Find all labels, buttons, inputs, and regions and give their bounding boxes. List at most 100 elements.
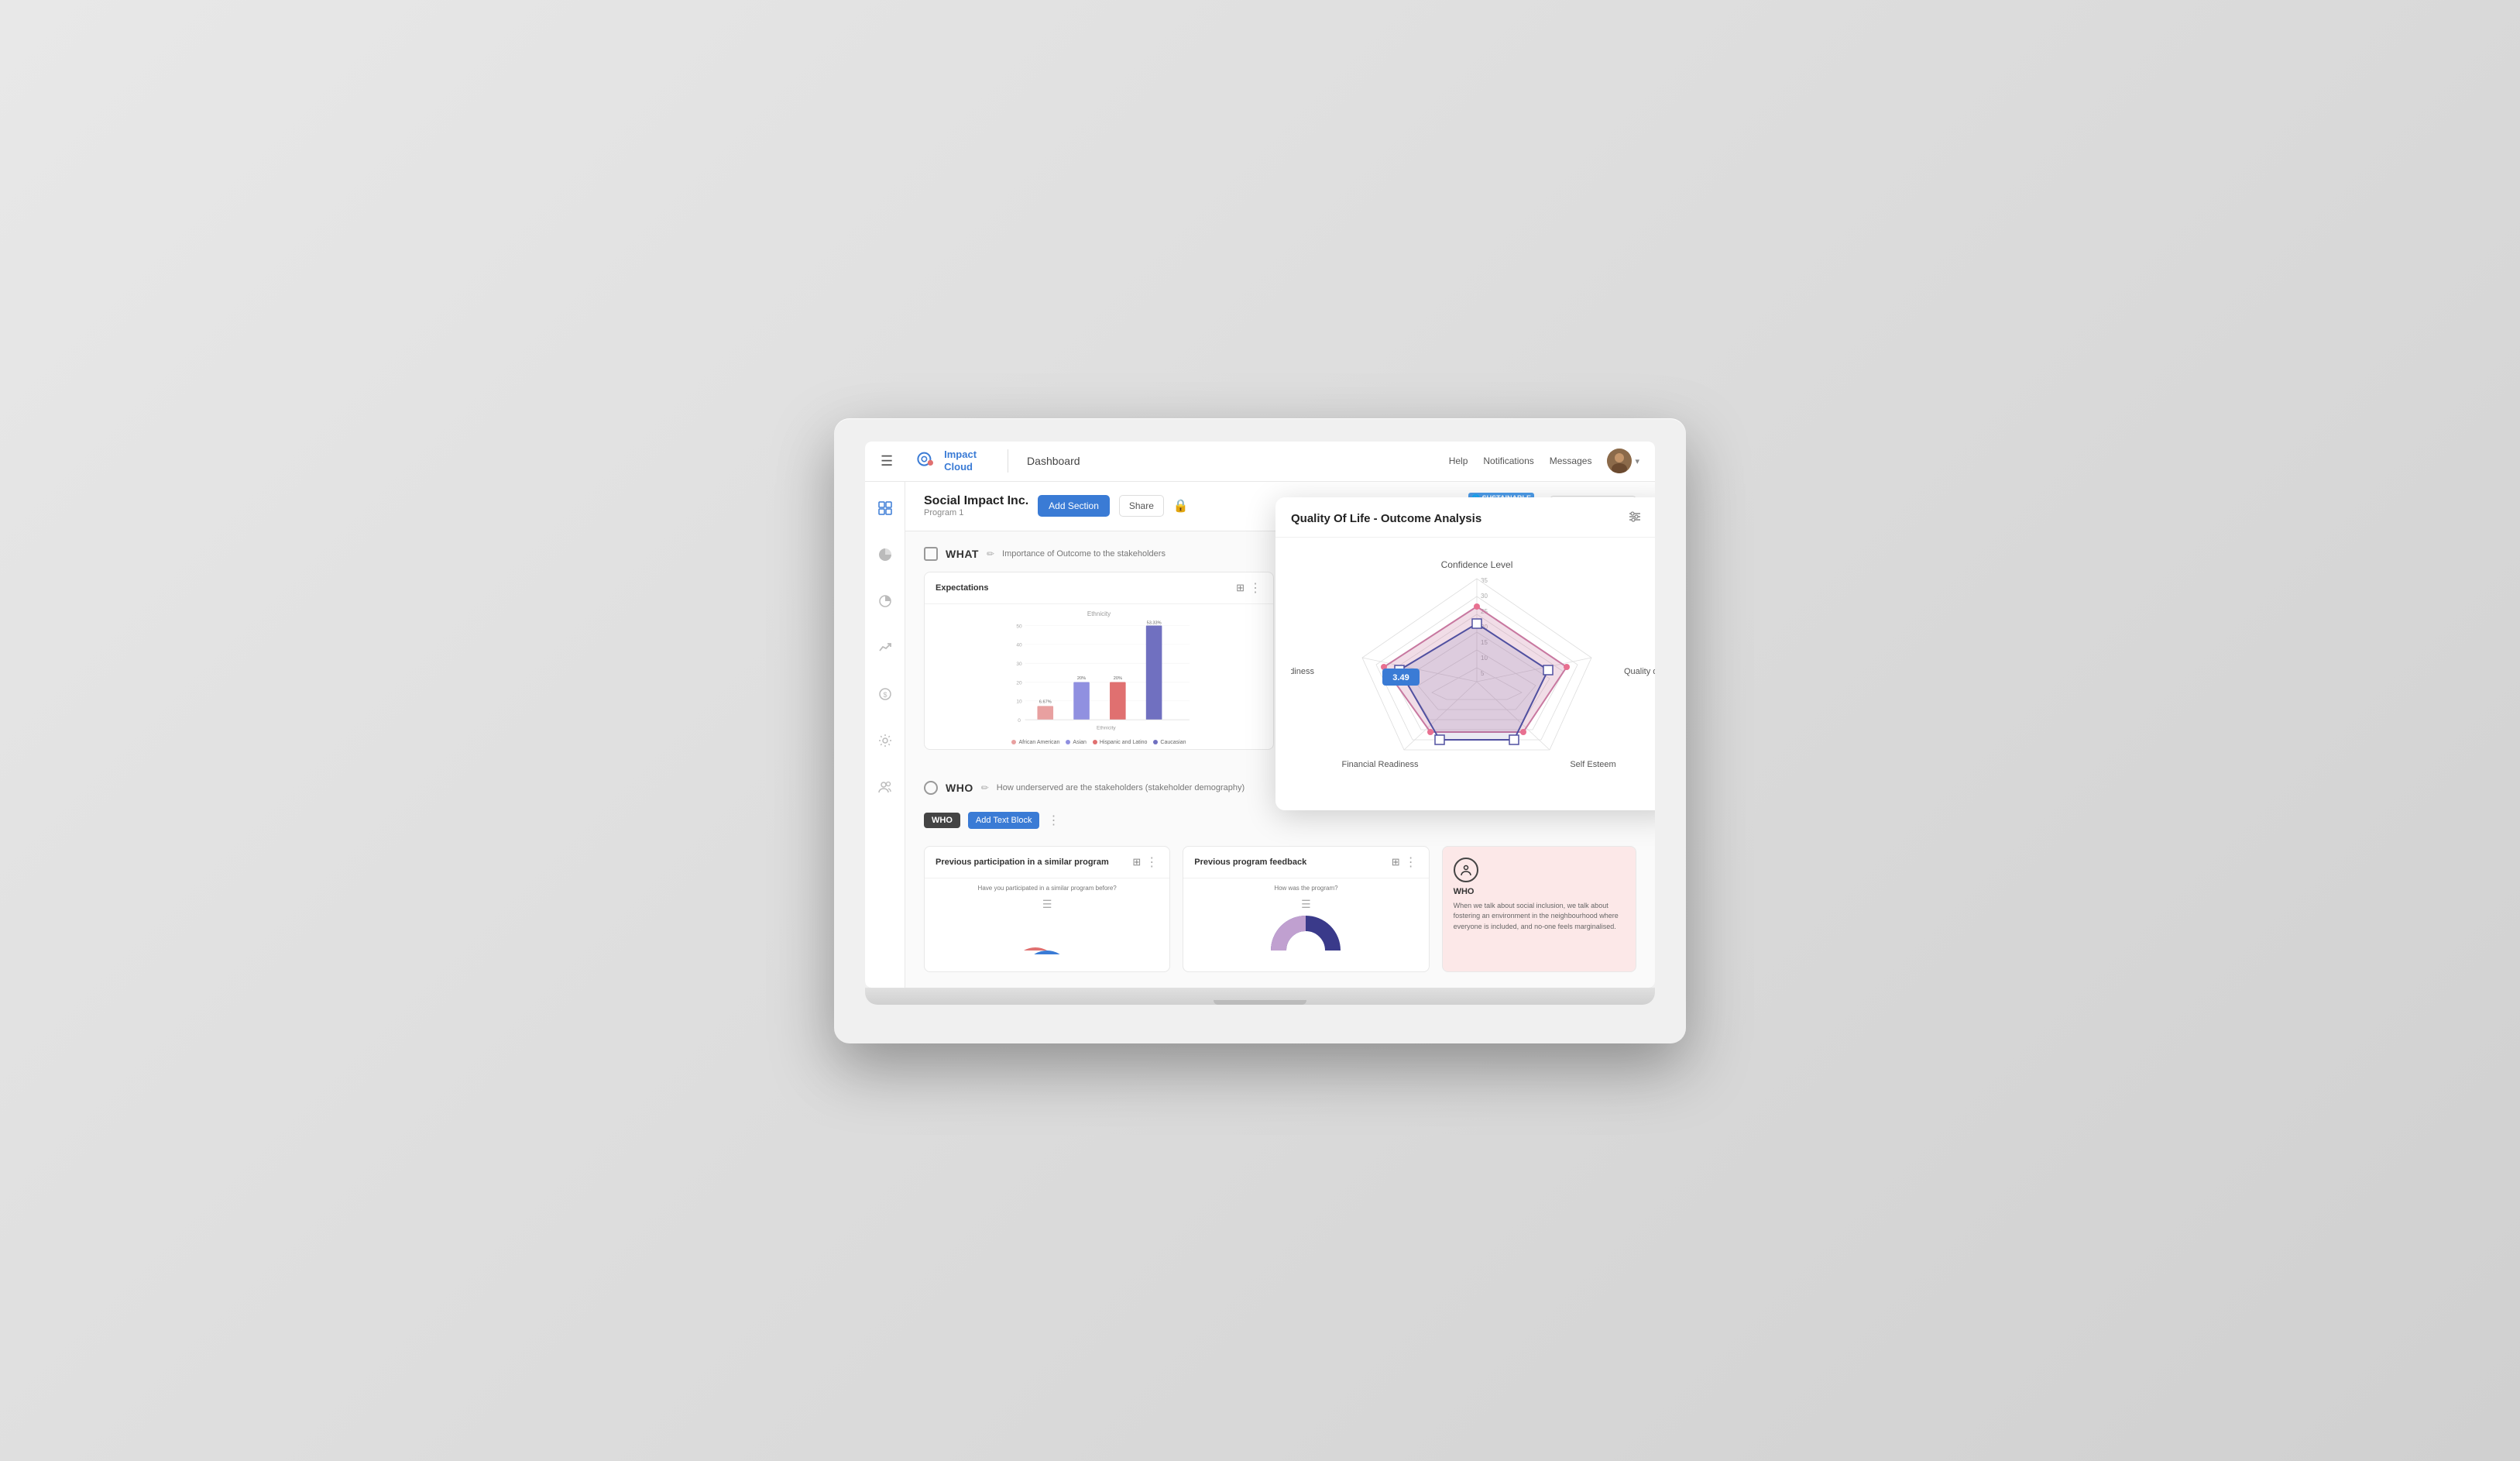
sidebar-icon-pie[interactable] (871, 541, 899, 569)
prev-feedback-filter[interactable]: ⊞ (1392, 856, 1400, 868)
legend-dot-aa (1011, 740, 1016, 744)
notifications-link[interactable]: Notifications (1483, 455, 1533, 466)
program-name: Program 1 (924, 508, 1028, 517)
radar-point-1-1 (1474, 603, 1480, 610)
prev-feedback-actions: ⊞ ⋮ (1392, 854, 1418, 870)
radar-chart-svg: Confidence Level Quality of Life Self Es… (1291, 554, 1655, 794)
prev-participation-filter[interactable]: ⊞ (1132, 856, 1141, 868)
overlay-panel: Quality Of Life - Outcome Analysis (1275, 497, 1655, 810)
hamburger-icon[interactable]: ☰ (881, 453, 893, 469)
svg-text:Ethnicity: Ethnicity (1097, 725, 1116, 730)
who-label-text: WHO (946, 782, 973, 794)
who-edit-icon[interactable]: ✏ (981, 782, 989, 793)
prev-feedback-body: How was the program? ☰ (1183, 878, 1428, 971)
who-sublabel: How underserved are the stakeholders (st… (997, 783, 1245, 792)
logo-area: ImpactCloud (913, 449, 977, 473)
radar-label-quality: Quality of Life (1624, 667, 1655, 676)
radar-sq-2-4 (1435, 735, 1444, 744)
align-icon-2: ☰ (1301, 898, 1311, 910)
legend-label-asian: Asian (1073, 740, 1087, 745)
sidebar-icon-grid[interactable] (871, 494, 899, 522)
who-icon-circle (1454, 858, 1478, 882)
expectations-bar-chart: Ethnicity 50 40 30 20 10 0 (931, 610, 1267, 741)
sidebar-icon-trending[interactable] (871, 634, 899, 662)
radar-sq-2-2 (1543, 665, 1553, 675)
radar-point-1-4 (1427, 729, 1433, 735)
overlay-filter-icon[interactable] (1628, 510, 1642, 528)
radar-label-job: Job Readiness (1291, 667, 1314, 676)
prev-participation-menu[interactable]: ⋮ (1145, 854, 1159, 870)
svg-text:20: 20 (1016, 680, 1022, 686)
sidebar-icon-bar[interactable] (871, 587, 899, 615)
who-menu-icon[interactable]: ⋮ (1047, 813, 1060, 828)
prev-feedback-align-icon: ☰ (1301, 898, 1311, 912)
previous-feedback-card: Previous program feedback ⊞ ⋮ How was th… (1183, 846, 1429, 972)
radar-val-35: 35 (1481, 577, 1488, 584)
logo-text: ImpactCloud (944, 449, 977, 473)
radar-label-confidence: Confidence Level (1441, 559, 1513, 570)
legend-item-asian: Asian (1066, 740, 1087, 745)
avatar-area[interactable]: ▾ (1607, 449, 1639, 473)
overlay-header: Quality Of Life - Outcome Analysis (1275, 497, 1655, 538)
add-text-block-button[interactable]: Add Text Block (968, 812, 1040, 829)
legend-dot-asian (1066, 740, 1070, 744)
svg-text:6.67%: 6.67% (1039, 700, 1052, 704)
svg-text:20%: 20% (1077, 675, 1086, 680)
expectations-filter-icon[interactable]: ⊞ (1236, 582, 1245, 594)
lock-icon[interactable]: 🔒 (1173, 498, 1189, 514)
prev-feedback-header: Previous program feedback ⊞ ⋮ (1183, 847, 1428, 878)
overlay-actions: ⋮ (1628, 510, 1655, 528)
radar-point-1-3 (1520, 729, 1526, 735)
share-button[interactable]: Share (1119, 495, 1164, 517)
who-card-title: WHO (1454, 887, 1625, 896)
sidebar: $ (865, 482, 905, 988)
chart-label-ethnicity: Ethnicity (931, 610, 1267, 617)
legend-dot-caucasian (1153, 740, 1158, 744)
what-checkbox[interactable] (924, 547, 938, 561)
radar-point-1-2 (1564, 664, 1570, 670)
messages-link[interactable]: Messages (1550, 455, 1592, 466)
overlay-menu-icon[interactable]: ⋮ (1650, 510, 1655, 526)
prev-participation-header: Previous participation in a similar prog… (925, 847, 1169, 878)
prev-feedback-donut (1271, 912, 1341, 954)
radar-sq-2-3 (1509, 735, 1519, 744)
svg-text:20%: 20% (1114, 675, 1122, 680)
sidebar-icon-settings[interactable] (871, 727, 899, 755)
legend-label-hispanic: Hispanic and Latino (1100, 740, 1148, 745)
expectations-menu-icon[interactable]: ⋮ (1249, 580, 1262, 596)
who-radio[interactable] (924, 781, 938, 795)
svg-text:40: 40 (1016, 642, 1022, 648)
svg-text:50: 50 (1016, 624, 1022, 629)
legend-label-aa: African American (1018, 740, 1059, 745)
prev-feedback-chart-label: How was the program? (1274, 885, 1337, 892)
prev-participation-chart-label: Have you participated in a similar progr… (978, 885, 1117, 892)
help-link[interactable]: Help (1449, 455, 1468, 466)
bar-chart-legend: African American Asian His (931, 740, 1267, 745)
legend-dot-hispanic (1093, 740, 1097, 744)
prev-participation-title: Previous participation in a similar prog… (936, 858, 1109, 867)
expectations-card: Expectations ⊞ ⋮ Ethnicity (924, 572, 1274, 750)
expectations-actions: ⊞ ⋮ (1236, 580, 1262, 596)
what-edit-icon[interactable]: ✏ (987, 548, 994, 559)
svg-text:30: 30 (1016, 662, 1022, 667)
prev-feedback-title: Previous program feedback (1194, 858, 1306, 867)
nav-right: Help Notifications Messages ▾ (1449, 449, 1639, 473)
sidebar-icon-users[interactable] (871, 773, 899, 801)
sidebar-icon-dollar[interactable]: $ (871, 680, 899, 708)
expectations-title: Expectations (936, 583, 988, 593)
svg-text:0: 0 (1018, 717, 1021, 723)
radar-label-self-esteem: Self Esteem (1570, 760, 1615, 769)
prev-participation-align-icon: ☰ (1042, 898, 1052, 912)
what-label: WHAT (946, 548, 979, 560)
legend-item-caucasian: Caucasian (1153, 740, 1186, 745)
who-card-text: When we talk about social inclusion, we … (1454, 901, 1625, 933)
who-section: WHO ✏ How underserved are the stakeholde… (905, 781, 1655, 988)
nav-dashboard-title: Dashboard (1027, 455, 1080, 467)
add-section-button[interactable]: Add Section (1038, 495, 1110, 517)
prev-feedback-menu[interactable]: ⋮ (1405, 854, 1418, 870)
logo-icon (913, 450, 938, 472)
legend-item-aa: African American (1011, 740, 1059, 745)
avatar-chevron: ▾ (1635, 456, 1639, 466)
what-sublabel: Importance of Outcome to the stakeholder… (1002, 549, 1166, 559)
svg-text:$: $ (883, 691, 887, 699)
